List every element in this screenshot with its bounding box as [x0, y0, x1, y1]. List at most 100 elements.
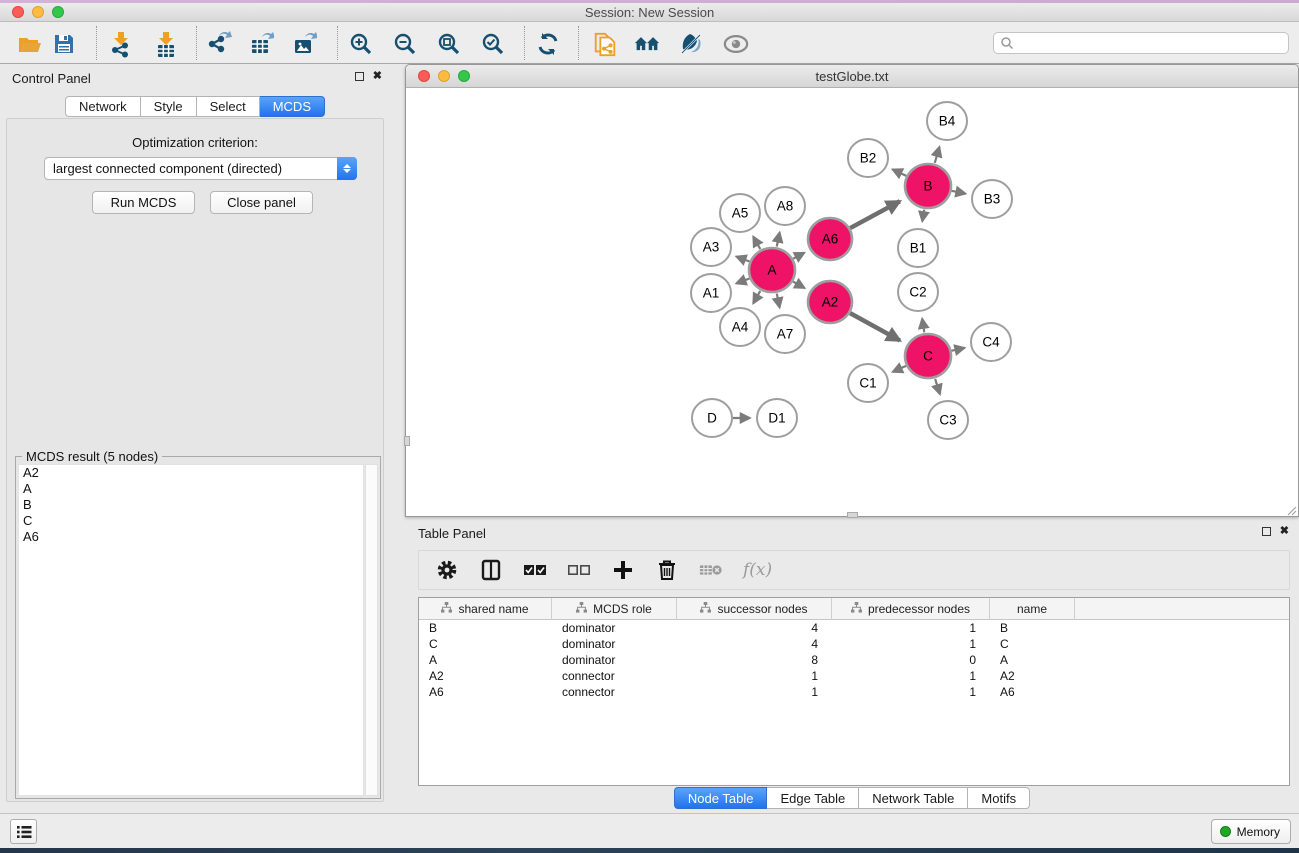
- deselect-all-rows-icon[interactable]: [567, 558, 591, 582]
- open-session-icon[interactable]: [17, 30, 43, 58]
- tab-network[interactable]: Network: [65, 96, 141, 117]
- graph-edge-A-A6[interactable]: [793, 253, 804, 259]
- close-table-panel-icon[interactable]: ✖: [1280, 526, 1289, 537]
- task-history-button[interactable]: [10, 819, 37, 844]
- zoom-in-icon[interactable]: [348, 30, 374, 58]
- tab-mcds[interactable]: MCDS: [260, 96, 325, 117]
- zoom-window-button[interactable]: [52, 6, 64, 18]
- graph-edge-C-C3[interactable]: [935, 379, 940, 394]
- delete-table-icon[interactable]: [699, 558, 723, 582]
- import-network-icon[interactable]: [108, 30, 134, 58]
- memory-button[interactable]: Memory: [1211, 819, 1291, 844]
- search-field[interactable]: [993, 32, 1289, 54]
- first-neighbors-icon[interactable]: [634, 30, 660, 58]
- column-header-successor-nodes[interactable]: successor nodes: [677, 598, 832, 620]
- close-panel-icon[interactable]: ✖: [373, 71, 382, 82]
- mcds-result-item[interactable]: C: [19, 513, 363, 529]
- network-from-file-icon[interactable]: [592, 30, 618, 58]
- apply-preferred-layout-icon[interactable]: [535, 30, 561, 58]
- import-table-icon[interactable]: [153, 30, 179, 58]
- tab-select[interactable]: Select: [197, 96, 260, 117]
- graph-edge-A-A5[interactable]: [753, 237, 760, 250]
- table-cell: A2: [990, 668, 1075, 684]
- memory-status-icon: [1220, 826, 1231, 837]
- run-mcds-button[interactable]: Run MCDS: [92, 191, 195, 214]
- graph-edge-C-C4[interactable]: [951, 348, 964, 351]
- export-network-icon[interactable]: [206, 30, 232, 58]
- mcds-result-item[interactable]: A6: [19, 529, 363, 545]
- column-select-icon[interactable]: [479, 558, 503, 582]
- minimize-window-button[interactable]: [32, 6, 44, 18]
- resize-grip-icon[interactable]: [1285, 503, 1297, 515]
- graph-edge-B-B3[interactable]: [952, 191, 966, 194]
- graph-edge-A-A2[interactable]: [793, 282, 805, 288]
- float-panel-icon[interactable]: [355, 72, 364, 81]
- column-header-predecessor-nodes[interactable]: predecessor nodes: [832, 598, 990, 620]
- graph-edge-C-C2[interactable]: [922, 319, 924, 333]
- splitter-handle[interactable]: [847, 512, 858, 518]
- network-canvas[interactable]: AA1A2A3A4A5A6A7A8BB1B2B3B4CC1C2C3C4DD1: [406, 88, 1298, 516]
- graph-edge-B-B1[interactable]: [922, 210, 924, 222]
- node-table[interactable]: shared nameMCDS rolesuccessor nodesprede…: [418, 597, 1290, 786]
- select-all-rows-icon[interactable]: [523, 558, 547, 582]
- session-titlebar[interactable]: Session: New Session: [0, 3, 1299, 22]
- graph-edge-C-C1[interactable]: [893, 366, 906, 372]
- table-row[interactable]: Cdominator41C: [419, 636, 1289, 652]
- graphics-details-icon[interactable]: [678, 30, 704, 58]
- zoom-selected-icon[interactable]: [480, 30, 506, 58]
- close-panel-button[interactable]: Close panel: [210, 191, 313, 214]
- export-table-icon[interactable]: [248, 30, 274, 58]
- export-image-icon[interactable]: [291, 30, 317, 58]
- graph-edge-A-A8[interactable]: [777, 232, 780, 246]
- graph-edge-B-B4[interactable]: [935, 147, 940, 163]
- tab-node-table[interactable]: Node Table: [674, 787, 768, 809]
- save-session-icon[interactable]: [51, 30, 77, 58]
- show-navigator-icon[interactable]: [723, 30, 749, 58]
- table-panel: Table Panel ✖: [405, 520, 1299, 813]
- network-minimize-button[interactable]: [438, 70, 450, 82]
- table-settings-icon[interactable]: [435, 558, 459, 582]
- mcds-result-item[interactable]: A2: [19, 465, 363, 481]
- function-builder-icon[interactable]: f(x): [743, 560, 772, 580]
- search-input[interactable]: [1014, 34, 1288, 52]
- network-zoom-button[interactable]: [458, 70, 470, 82]
- table-row[interactable]: Bdominator41B: [419, 620, 1289, 636]
- delete-column-icon[interactable]: [655, 558, 679, 582]
- float-table-panel-icon[interactable]: [1262, 527, 1271, 536]
- criterion-value: largest connected component (directed): [45, 161, 337, 176]
- tab-edge-table[interactable]: Edge Table: [767, 787, 859, 809]
- table-cell: 4: [677, 636, 832, 652]
- column-header-shared-name[interactable]: shared name: [419, 598, 552, 620]
- graph-node-label: A6: [822, 232, 839, 247]
- graph-edge-A-A3[interactable]: [736, 257, 749, 262]
- graph-edge-A-A1[interactable]: [736, 278, 749, 283]
- zoom-fit-icon[interactable]: [436, 30, 462, 58]
- graph-edge-B-B2[interactable]: [892, 169, 906, 175]
- network-close-button[interactable]: [418, 70, 430, 82]
- tab-motifs[interactable]: Motifs: [968, 787, 1030, 809]
- column-header-mcds-role[interactable]: MCDS role: [552, 598, 677, 620]
- network-window-titlebar[interactable]: testGlobe.txt: [406, 65, 1298, 88]
- table-row[interactable]: A6connector11A6: [419, 684, 1289, 700]
- hierarchy-icon: [576, 602, 587, 616]
- table-row[interactable]: Adominator80A: [419, 652, 1289, 668]
- mcds-result-list[interactable]: A2ABCA6: [18, 464, 364, 796]
- graph-edge-A2-C[interactable]: [850, 313, 900, 340]
- add-column-icon[interactable]: [611, 558, 635, 582]
- mcds-result-item[interactable]: B: [19, 497, 363, 513]
- main-toolbar: [0, 22, 1299, 64]
- column-header-name[interactable]: name: [990, 598, 1075, 620]
- table-row[interactable]: A2connector11A2: [419, 668, 1289, 684]
- mcds-result-scrollbar[interactable]: [365, 464, 378, 796]
- graph-edge-A-A4[interactable]: [753, 291, 760, 304]
- splitter-handle[interactable]: [404, 436, 410, 446]
- close-window-button[interactable]: [12, 6, 24, 18]
- zoom-out-icon[interactable]: [392, 30, 418, 58]
- mcds-result-item[interactable]: A: [19, 481, 363, 497]
- tab-network-table[interactable]: Network Table: [859, 787, 968, 809]
- graph-edge-A6-B[interactable]: [850, 201, 900, 228]
- criterion-dropdown[interactable]: largest connected component (directed): [44, 157, 357, 180]
- table-cell: C: [990, 636, 1075, 652]
- tab-style[interactable]: Style: [141, 96, 197, 117]
- graph-edge-A-A7[interactable]: [777, 294, 780, 308]
